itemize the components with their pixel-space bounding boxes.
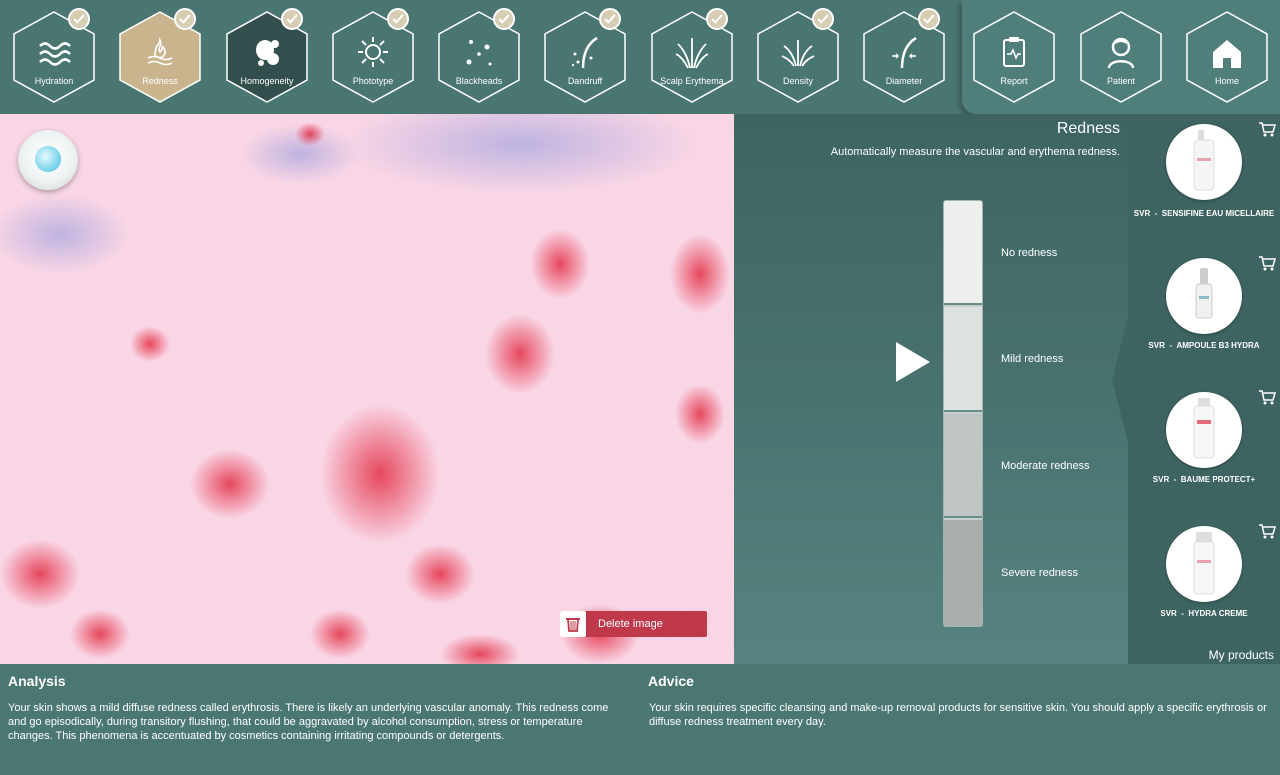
nav-tab-label: Blackheads <box>455 76 503 86</box>
my-products-link[interactable]: My products <box>1209 648 1274 662</box>
scale-label-severe-redness: Severe redness <box>1001 567 1079 579</box>
checkmark-icon <box>812 8 834 30</box>
add-to-cart-icon[interactable] <box>1258 120 1276 138</box>
analysis-text: Your skin shows a mild diffuse redness c… <box>8 702 609 742</box>
nav-tab-label: Hydration <box>34 76 74 86</box>
trash-icon <box>566 618 580 632</box>
waves-icon <box>39 42 71 66</box>
products-panel: SVR - SENSIFINE EAU MICELLAIRE SVR - AMP… <box>1128 114 1280 664</box>
nav-tab-scalp-erythema[interactable]: Scalp Erythema <box>650 8 734 104</box>
results-section: Analysis Your skin shows a mild diffuse … <box>0 664 1280 775</box>
nav-tab-redness[interactable]: Redness <box>118 8 202 104</box>
checkmark-icon <box>493 8 515 30</box>
delete-image-label: Delete image <box>598 618 663 630</box>
measurement-description: Automatically measure the vascular and e… <box>830 146 1120 158</box>
product-name: SVR - AMPOULE B3 HYDRA <box>1148 341 1260 350</box>
nav-tab-dandruff[interactable]: Dandruff <box>543 8 627 104</box>
blobs-icon <box>256 40 279 66</box>
product-image <box>1166 392 1242 468</box>
scale-segment-moderate-redness[interactable] <box>944 414 982 518</box>
checkmark-icon <box>387 8 409 30</box>
nav-tab-homogeneity[interactable]: Homogeneity <box>225 8 309 104</box>
patient-icon <box>1107 37 1135 69</box>
nav-report-button[interactable]: Report <box>972 10 1056 104</box>
product-card[interactable]: SVR - SENSIFINE EAU MICELLAIRE <box>1128 116 1280 236</box>
hair-bundle-icon <box>781 40 815 67</box>
product-name: SVR - HYDRA CREME <box>1160 609 1248 618</box>
checkmark-icon <box>599 8 621 30</box>
add-to-cart-icon[interactable] <box>1258 388 1276 406</box>
skin-image-viewer[interactable] <box>0 114 734 664</box>
product-image <box>1166 124 1242 200</box>
product-name: SVR - BAUME PROTECT+ <box>1152 475 1256 484</box>
redness-scale <box>943 200 983 627</box>
checkmark-icon <box>174 8 196 30</box>
skin-redness-image <box>0 114 734 664</box>
advice-title: Advice <box>648 673 694 689</box>
dots-icon <box>466 40 492 66</box>
hair-bundle-icon <box>675 38 709 69</box>
scale-label-moderate-redness: Moderate redness <box>1001 460 1090 472</box>
nav-tab-label: Scalp Erythema <box>660 76 724 86</box>
nav-right-label: Patient <box>1106 76 1136 86</box>
clipboard-icon <box>1003 37 1025 67</box>
hair-diameter-icon <box>892 36 917 69</box>
hair-flakes-icon <box>571 36 598 69</box>
advice-text: Your skin requires specific cleansing an… <box>649 702 1267 728</box>
checkmark-icon <box>68 8 90 30</box>
product-image <box>1166 258 1242 334</box>
add-to-cart-icon[interactable] <box>1258 522 1276 540</box>
scale-label-mild-redness: Mild redness <box>1001 353 1064 365</box>
measurement-title: Redness <box>1056 120 1120 137</box>
nav-tab-label: Dandruff <box>567 76 603 86</box>
checkmark-icon <box>706 8 728 30</box>
measurement-panel: Redness Automatically measure the vascul… <box>734 114 1128 664</box>
analysis-title: Analysis <box>8 673 66 689</box>
nav-home-button[interactable]: Home <box>1185 10 1269 104</box>
nav-tab-hydration[interactable]: Hydration <box>12 8 96 104</box>
sun-icon <box>358 37 388 67</box>
nav-right-label: Report <box>1000 76 1028 86</box>
scale-label-no-redness: No redness <box>1001 247 1058 259</box>
home-icon <box>1213 40 1241 68</box>
product-card[interactable]: SVR - BAUME PROTECT+ <box>1128 384 1280 504</box>
nav-patient-button[interactable]: Patient <box>1079 10 1163 104</box>
flame-icon <box>147 37 173 66</box>
nav-tab-blackheads[interactable]: Blackheads <box>437 8 521 104</box>
nav-tab-label: Diameter <box>885 76 923 86</box>
probe-icon[interactable] <box>18 130 78 190</box>
product-card[interactable]: SVR - HYDRA CREME <box>1128 518 1280 638</box>
checkmark-icon <box>918 8 940 30</box>
nav-tab-diameter[interactable]: Diameter <box>862 8 946 104</box>
delete-image-button[interactable]: Delete image <box>560 611 707 637</box>
product-image <box>1166 526 1242 602</box>
nav-right-label: Home <box>1214 76 1239 86</box>
nav-tab-label: Density <box>782 76 813 86</box>
scale-segment-severe-redness[interactable] <box>944 520 982 626</box>
add-to-cart-icon[interactable] <box>1258 254 1276 272</box>
product-card[interactable]: SVR - AMPOULE B3 HYDRA <box>1128 250 1280 370</box>
nav-tab-label: Phototype <box>352 76 394 86</box>
level-indicator-arrow-icon <box>896 342 930 382</box>
nav-tab-phototype[interactable]: Phototype <box>331 8 415 104</box>
nav-tab-density[interactable]: Density <box>756 8 840 104</box>
scale-segment-no-redness[interactable] <box>944 201 982 305</box>
nav-tab-label: Homogeneity <box>240 76 294 86</box>
nav-tab-label: Redness <box>142 76 178 86</box>
product-name: SVR - SENSIFINE EAU MICELLAIRE <box>1133 209 1275 218</box>
checkmark-icon <box>281 8 303 30</box>
scale-segment-mild-redness[interactable] <box>944 307 982 412</box>
